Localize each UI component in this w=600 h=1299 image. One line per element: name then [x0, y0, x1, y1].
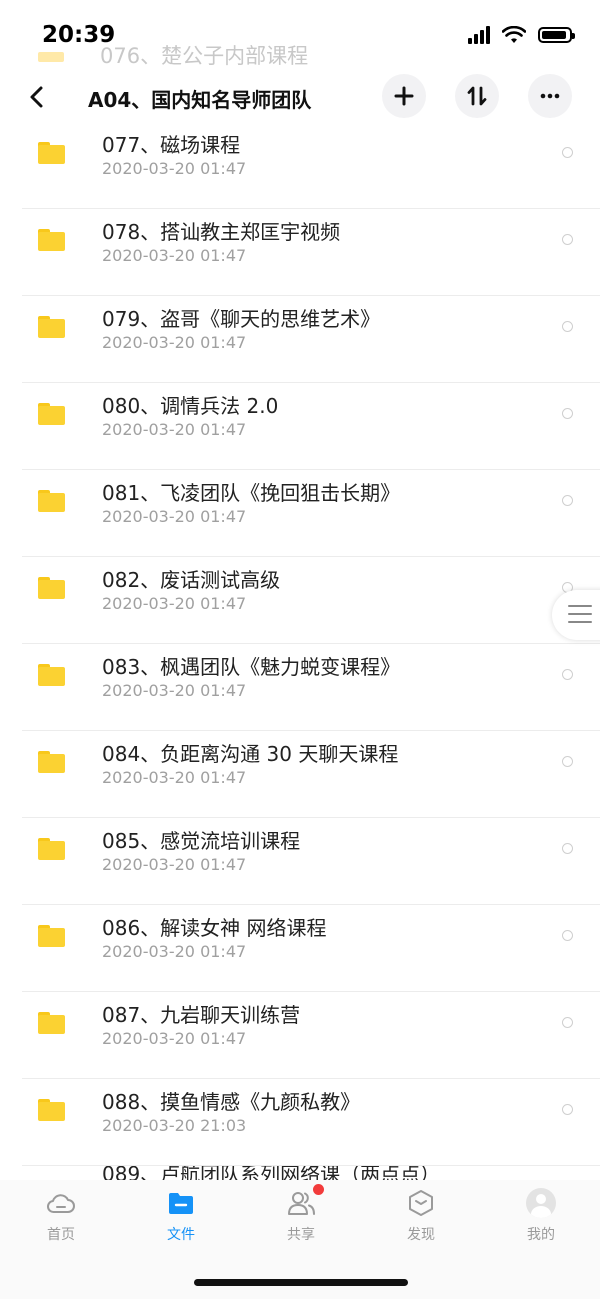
tab-label: 发现 — [407, 1227, 435, 1243]
folder-icon — [38, 577, 65, 599]
item-date: 2020-03-20 01:47 — [102, 768, 247, 787]
cube-icon — [409, 1190, 433, 1216]
tab-me[interactable]: 我的 — [496, 1188, 586, 1252]
tab-share[interactable]: 共享 — [256, 1184, 346, 1252]
item-date: 2020-03-20 01:47 — [102, 594, 247, 613]
item-date: 2020-03-20 01:47 — [102, 159, 247, 178]
page-title: A04、国内知名导师团队 — [88, 88, 312, 112]
item-title: 079、盗哥《聊天的思维艺术》 — [102, 307, 381, 331]
status-icons — [468, 26, 575, 44]
select-radio[interactable] — [562, 321, 573, 332]
folder-icon — [38, 1099, 65, 1121]
item-title: 085、感觉流培训课程 — [102, 829, 301, 853]
folder-icon — [38, 490, 65, 512]
tab-label: 文件 — [167, 1227, 195, 1243]
tab-label: 共享 — [287, 1227, 315, 1243]
nav-header: A04、国内知名导师团队 — [0, 72, 600, 122]
list-item[interactable]: 085、感觉流培训课程 2020-03-20 01:47 — [0, 818, 600, 905]
tab-bar: 首页 文件 共享 发现 我的 — [0, 1180, 600, 1299]
back-button[interactable] — [22, 80, 52, 114]
folder-icon — [38, 925, 65, 947]
list-item[interactable]: 077、磁场课程 2020-03-20 01:47 — [0, 122, 600, 209]
item-date: 2020-03-20 01:47 — [102, 855, 247, 874]
item-title: 080、调情兵法 2.0 — [102, 394, 279, 418]
status-time: 20:39 — [42, 22, 116, 48]
select-radio[interactable] — [562, 495, 573, 506]
cloud-icon — [47, 1194, 75, 1213]
side-menu-handle[interactable] — [552, 590, 600, 640]
folder-icon — [38, 229, 65, 251]
more-dots-icon — [540, 93, 560, 99]
item-date: 2020-03-20 01:47 — [102, 1029, 247, 1048]
select-radio[interactable] — [562, 1017, 573, 1028]
select-radio[interactable] — [562, 756, 573, 767]
list-item[interactable]: 081、飞凌团队《挽回狙击长期》 2020-03-20 01:47 — [0, 470, 600, 557]
item-title: 083、枫遇团队《魅力蜕变课程》 — [102, 655, 401, 679]
item-title: 077、磁场课程 — [102, 133, 241, 157]
people-icon — [288, 1192, 315, 1215]
folder-icon — [38, 142, 65, 164]
select-radio[interactable] — [562, 930, 573, 941]
item-title: 084、负距离沟通 30 天聊天课程 — [102, 742, 399, 766]
folder-icon — [38, 403, 65, 425]
tab-label: 首页 — [47, 1227, 75, 1243]
list-item[interactable]: 084、负距离沟通 30 天聊天课程 2020-03-20 01:47 — [0, 731, 600, 818]
item-title: 087、九岩聊天训练营 — [102, 1003, 301, 1027]
list-item[interactable]: 086、解读女神 网络课程 2020-03-20 01:47 — [0, 905, 600, 992]
list-item[interactable]: 079、盗哥《聊天的思维艺术》 2020-03-20 01:47 — [0, 296, 600, 383]
item-title: 086、解读女神 网络课程 — [102, 916, 327, 940]
notification-badge — [313, 1184, 324, 1195]
item-date: 2020-03-20 01:47 — [102, 333, 247, 352]
select-radio[interactable] — [562, 1104, 573, 1115]
peek-row-title[interactable]: 089、卢航团队系列网络课（两点点） — [102, 1166, 440, 1180]
chevron-left-icon — [30, 86, 43, 108]
folder-icon — [38, 838, 65, 860]
folder-icon — [38, 1012, 65, 1034]
signal-icon — [468, 26, 490, 44]
list-item[interactable]: 080、调情兵法 2.0 2020-03-20 01:47 — [0, 383, 600, 470]
folder-icon — [169, 1193, 193, 1214]
item-date: 2020-03-20 01:47 — [102, 507, 247, 526]
add-button[interactable] — [382, 74, 426, 118]
tab-discover[interactable]: 发现 — [376, 1188, 466, 1252]
item-date: 2020-03-20 01:47 — [102, 420, 247, 439]
item-title: 088、摸鱼情感《九颜私教》 — [102, 1090, 361, 1114]
select-radio[interactable] — [562, 234, 573, 245]
tab-files[interactable]: 文件 — [136, 1188, 226, 1252]
item-date: 2020-03-20 01:47 — [102, 942, 247, 961]
sort-icon — [467, 86, 487, 106]
item-date: 2020-03-20 01:47 — [102, 681, 247, 700]
folder-icon — [38, 751, 65, 773]
item-title: 078、搭讪教主郑匡宇视频 — [102, 220, 341, 244]
plus-icon — [394, 86, 414, 106]
list-item[interactable]: 083、枫遇团队《魅力蜕变课程》 2020-03-20 01:47 — [0, 644, 600, 731]
sort-button[interactable] — [455, 74, 499, 118]
list-item[interactable]: 078、搭讪教主郑匡宇视频 2020-03-20 01:47 — [0, 209, 600, 296]
select-radio[interactable] — [562, 669, 573, 680]
folder-icon — [38, 316, 65, 338]
home-indicator[interactable] — [194, 1279, 408, 1286]
avatar-icon — [526, 1188, 556, 1218]
item-title: 081、飞凌团队《挽回狙击长期》 — [102, 481, 401, 505]
folder-icon — [38, 664, 65, 686]
item-date: 2020-03-20 21:03 — [102, 1116, 247, 1135]
select-radio[interactable] — [562, 843, 573, 854]
tab-home[interactable]: 首页 — [16, 1188, 106, 1252]
item-date: 2020-03-20 01:47 — [102, 246, 247, 265]
file-list: 077、磁场课程 2020-03-20 01:47 078、搭讪教主郑匡宇视频 … — [0, 122, 600, 1166]
battery-icon — [538, 27, 575, 43]
list-item[interactable]: 088、摸鱼情感《九颜私教》 2020-03-20 21:03 — [0, 1079, 600, 1166]
more-button[interactable] — [528, 74, 572, 118]
item-title: 082、废话测试高级 — [102, 568, 281, 592]
list-item[interactable]: 087、九岩聊天训练营 2020-03-20 01:47 — [0, 992, 600, 1079]
tab-label: 我的 — [527, 1227, 555, 1243]
wifi-icon — [502, 26, 526, 43]
select-radio[interactable] — [562, 147, 573, 158]
list-item[interactable]: 082、废话测试高级 2020-03-20 01:47 — [0, 557, 600, 644]
status-bar: 20:39 — [0, 0, 600, 72]
select-radio[interactable] — [562, 408, 573, 419]
peek-row-text: 089、卢航团队系列网络课（两点点） — [102, 1166, 441, 1180]
